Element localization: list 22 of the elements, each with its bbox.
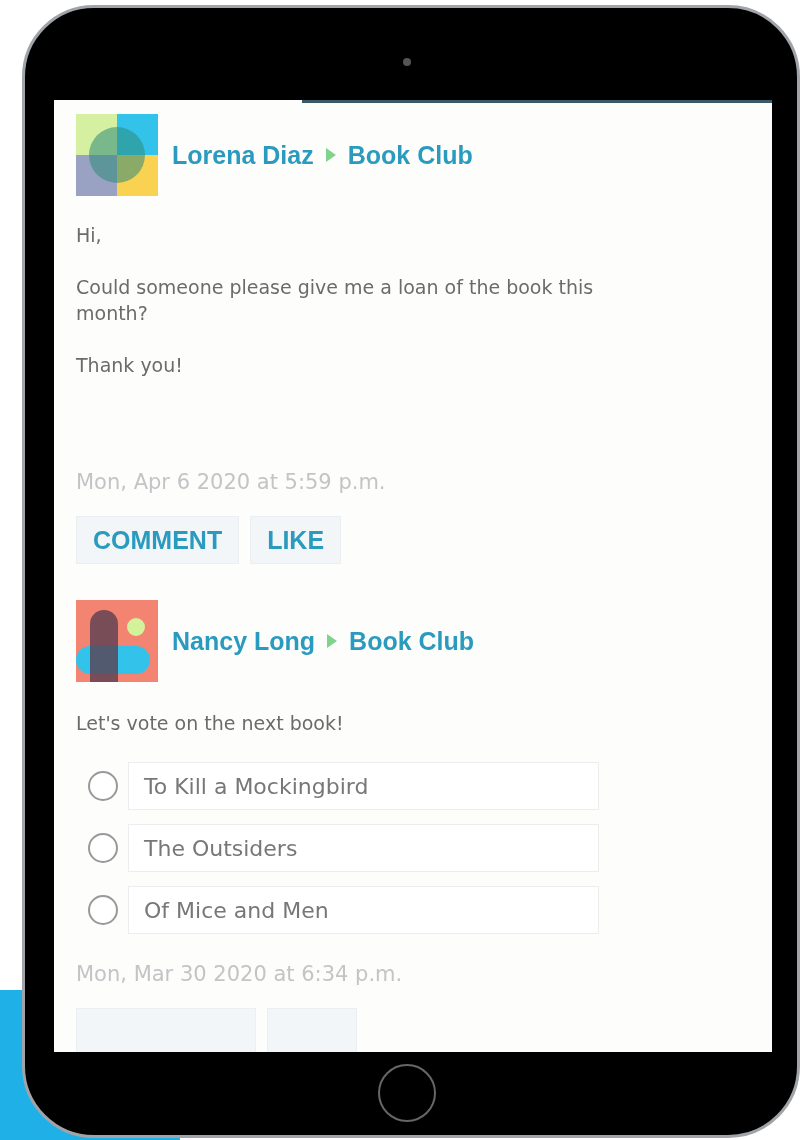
triangle-icon — [325, 148, 336, 162]
action-button[interactable]: COMMENT — [76, 516, 240, 564]
home-button[interactable] — [377, 1064, 436, 1122]
author-name[interactable]: Lorena Diaz — [172, 140, 314, 170]
author-name[interactable]: Nancy Long — [172, 626, 316, 656]
group-name[interactable]: Book Club — [349, 626, 475, 656]
poll-option[interactable]: Of Mice and Men — [128, 886, 599, 934]
group-name[interactable]: Book Club — [347, 140, 473, 170]
post-text: Let's vote on the next book! — [76, 711, 345, 736]
radio-button[interactable] — [88, 771, 118, 801]
timestamp: Mon, Apr 6 2020 at 5:59 p.m. — [76, 470, 387, 494]
post-text: Could someone please give me a loan of the book this month? — [76, 275, 595, 326]
post-text: Hi, — [76, 223, 103, 248]
timestamp: Mon, Mar 30 2020 at 6:34 p.m. — [76, 962, 404, 986]
radio-button[interactable] — [88, 895, 118, 925]
camera-icon — [402, 58, 411, 66]
action-button[interactable]: LIKE — [250, 516, 342, 564]
post-text: Thank you! — [76, 353, 184, 378]
radio-button[interactable] — [88, 833, 118, 863]
poll-option[interactable]: The Outsiders — [128, 824, 599, 872]
triangle-icon — [327, 634, 338, 648]
poll-option[interactable]: To Kill a Mockingbird — [128, 762, 599, 810]
